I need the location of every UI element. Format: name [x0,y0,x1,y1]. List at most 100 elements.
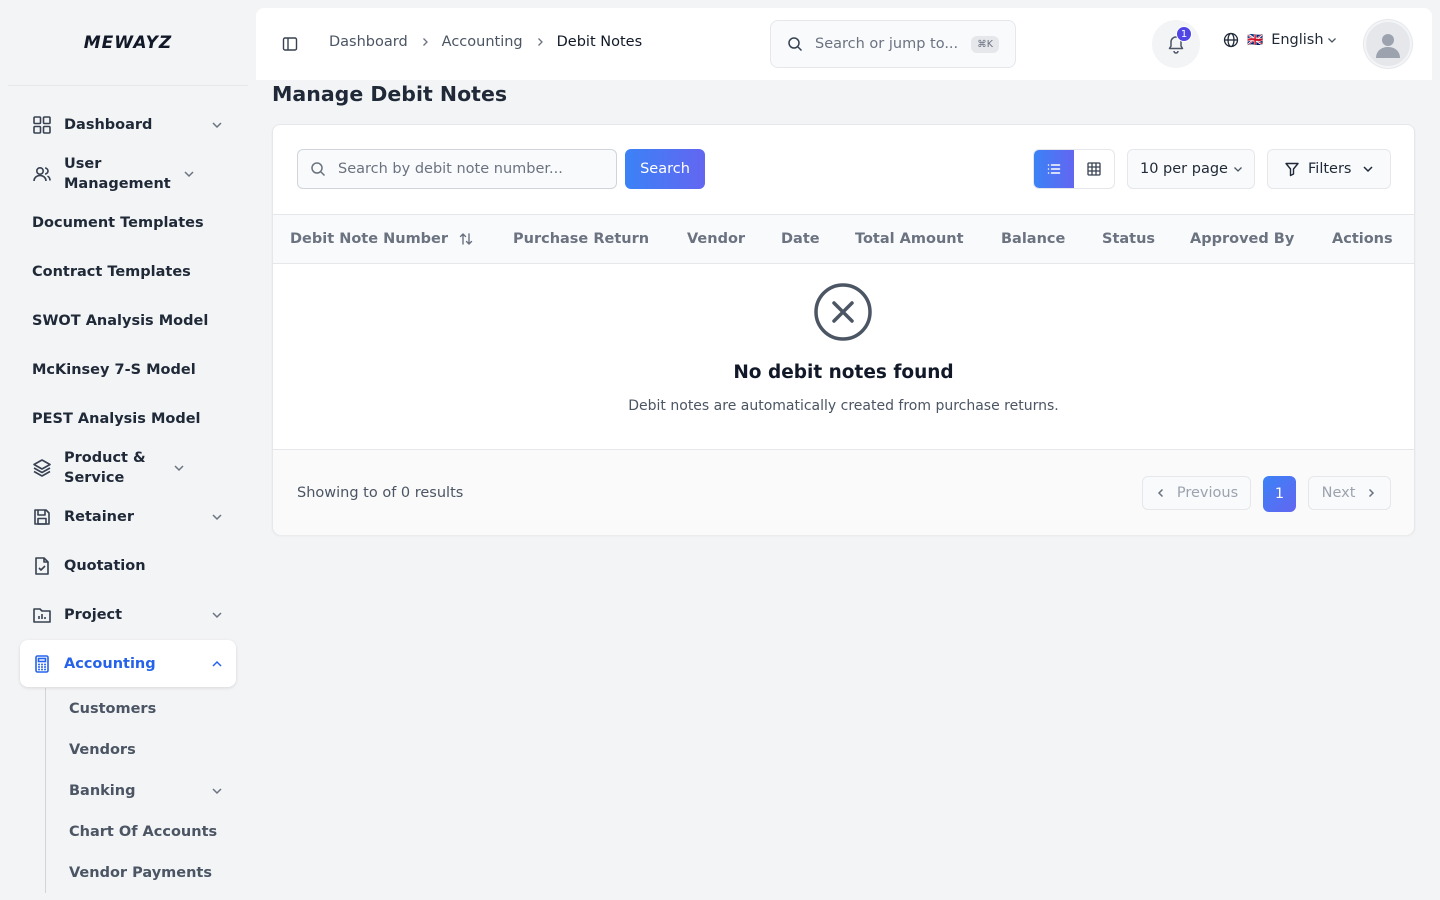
sidebar-subitem-label: Chart Of Accounts [69,823,218,840]
chevron-down-icon [184,170,194,177]
breadcrumb-dashboard[interactable]: Dashboard [329,34,408,50]
table-toolbar: Search by debit note number... Search 10… [273,125,1414,215]
filter-icon [1285,162,1299,177]
sidebar-subitem-label: Vendors [69,741,136,758]
chevron-down-icon [212,787,222,794]
folder-chart-icon [33,607,51,623]
sidebar-item-quotation[interactable]: Quotation [20,541,236,590]
per-page-value: 10 per page [1140,161,1228,177]
grid-icon [33,115,51,134]
global-search-placeholder: Search or jump to... [815,36,959,52]
page-number-button[interactable]: 1 [1263,476,1296,512]
sidebar-item-user-management[interactable]: User Management [20,149,236,198]
sidebar-item-label: McKinsey 7-S Model [32,361,196,378]
sidebar-item-project[interactable]: Project [20,590,236,639]
sidebar-item-document-templates[interactable]: Document Templates [20,198,236,247]
column-debit-note-number[interactable]: Debit Note Number [290,231,474,247]
top-bar: Dashboard Accounting Debit Notes Search … [256,8,1432,80]
previous-page-button[interactable]: Previous [1142,476,1251,510]
logo-area: MEWAYZ [8,0,248,86]
page-title: Manage Debit Notes [272,82,508,106]
file-check-icon [35,556,49,575]
sort-icon [459,233,473,245]
global-search-input[interactable]: Search or jump to... ⌘K [770,20,1016,68]
layers-icon [33,458,51,477]
column-balance: Balance [1001,231,1066,247]
next-page-button[interactable]: Next [1308,476,1391,510]
chevron-down-icon [212,611,222,618]
chevron-right-icon [537,38,543,46]
sidebar-toggle-icon[interactable] [282,36,298,52]
language-selector[interactable]: 🇬🇧 English [1223,32,1338,48]
sidebar-item-label: User Management [64,155,171,192]
sidebar-subitem-label: Vendor Payments [69,864,212,881]
sidebar-item-pest-analysis-model[interactable]: PEST Analysis Model [20,394,236,443]
column-status: Status [1102,231,1156,247]
accounting-submenu: Customers Vendors Banking Chart Of Accou… [45,688,236,893]
chevron-up-icon [212,660,222,667]
per-page-select[interactable]: 10 per page [1127,149,1255,189]
table-grid-icon [1087,162,1101,176]
sidebar-subitem-customers[interactable]: Customers [69,688,236,729]
sidebar-item-label: Retainer [64,508,134,525]
sidebar-item-mckinsey-7s-model[interactable]: McKinsey 7-S Model [20,345,236,394]
sidebar-item-label: PEST Analysis Model [32,410,201,427]
avatar[interactable] [1364,20,1412,68]
chevron-down-icon [1327,38,1336,43]
filters-button[interactable]: Filters [1267,149,1391,189]
sidebar-item-swot-analysis-model[interactable]: SWOT Analysis Model [20,296,236,345]
chevron-down-icon [212,121,222,128]
search-button[interactable]: Search [625,149,705,189]
filters-label: Filters [1308,161,1352,177]
chevron-left-icon [1157,488,1163,498]
sidebar-item-label: Dashboard [64,116,153,133]
sidebar-item-contract-templates[interactable]: Contract Templates [20,247,236,296]
debit-note-search-input[interactable]: Search by debit note number... [297,149,617,189]
grid-view-button[interactable] [1074,150,1114,188]
column-actions: Actions [1332,231,1393,247]
empty-state-description: Debit notes are automatically created fr… [628,398,1059,414]
search-icon [311,162,326,177]
language-label: English [1271,32,1324,48]
chevron-right-icon [1369,488,1375,498]
sidebar-item-accounting[interactable]: Accounting [20,640,236,687]
sidebar-subitem-label: Customers [69,700,157,717]
list-view-button[interactable] [1034,150,1074,188]
search-icon [788,37,803,52]
x-circle-icon [814,283,872,341]
users-icon [33,166,51,181]
save-icon [34,508,50,525]
sidebar-subitem-banking[interactable]: Banking [69,770,236,811]
view-toggle [1033,149,1115,189]
table-header: Debit Note Number Purchase Return Vendor… [273,214,1414,264]
sidebar-nav: Dashboard User Management Document Templ… [0,86,256,893]
column-label: Debit Note Number [290,231,449,247]
notifications-button[interactable]: 1 [1152,20,1200,68]
notification-count-badge: 1 [1176,26,1192,42]
sidebar-item-product-service[interactable]: Product & Service [20,443,236,492]
chevron-down-icon [1363,166,1373,173]
calculator-icon [35,654,49,673]
search-shortcut-badge: ⌘K [971,35,999,53]
main-panel: Dashboard Accounting Debit Notes Search … [256,8,1432,892]
sidebar-subitem-chart-of-accounts[interactable]: Chart Of Accounts [69,811,236,852]
breadcrumb: Dashboard Accounting Debit Notes [329,34,642,50]
sidebar-subitem-vendor-payments[interactable]: Vendor Payments [69,852,236,893]
sidebar-item-label: Contract Templates [32,263,191,280]
sidebar-item-dashboard[interactable]: Dashboard [20,100,236,149]
uk-flag-icon: 🇬🇧 [1247,32,1264,48]
chevron-down-icon [1234,167,1242,172]
sidebar-item-label: Quotation [64,557,146,574]
column-vendor: Vendor [687,231,746,247]
app-logo[interactable]: MEWAYZ [84,33,173,53]
sidebar-subitem-label: Banking [69,782,136,799]
sidebar-item-retainer[interactable]: Retainer [20,492,236,541]
column-date: Date [781,231,820,247]
globe-icon [1223,32,1239,48]
breadcrumb-accounting[interactable]: Accounting [442,34,523,50]
column-approved-by: Approved By [1190,231,1295,247]
previous-label: Previous [1176,485,1239,501]
sidebar-subitem-vendors[interactable]: Vendors [69,729,236,770]
breadcrumb-current: Debit Notes [556,34,643,50]
sidebar: MEWAYZ Dashboard User Management Documen… [0,0,256,900]
